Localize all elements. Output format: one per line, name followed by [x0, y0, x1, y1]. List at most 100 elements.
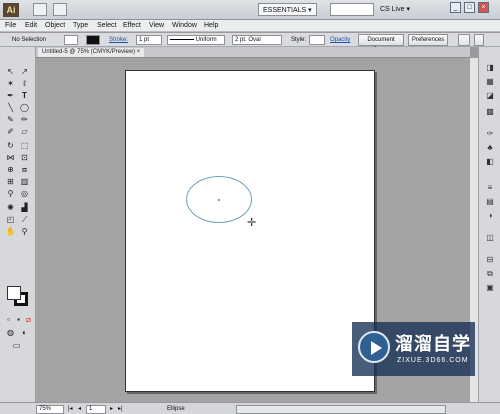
minimize-button[interactable]: _: [450, 2, 461, 13]
align-panel-icon[interactable]: ⊟: [484, 255, 496, 265]
menu-help[interactable]: Help: [204, 21, 218, 31]
crosshair-cursor-icon: ✛: [247, 217, 257, 229]
artboard-number-field[interactable]: 1: [86, 405, 106, 414]
first-artboard-icon[interactable]: |◂: [68, 405, 73, 414]
fill-color-swatch[interactable]: [64, 35, 78, 45]
preferences-button[interactable]: Preferences: [408, 34, 448, 46]
lasso-tool-icon[interactable]: ℓ: [18, 79, 31, 89]
pen-tool-icon[interactable]: ✒: [4, 91, 17, 101]
shape-builder-tool-icon[interactable]: ⊕: [4, 165, 17, 175]
menu-effect[interactable]: Effect: [123, 21, 141, 31]
search-input[interactable]: [330, 3, 374, 16]
color-guide-icon[interactable]: ▦: [484, 77, 496, 87]
symbol-sprayer-tool-icon[interactable]: ✺: [4, 203, 17, 213]
type-tool-icon[interactable]: T: [18, 91, 31, 101]
paintbrush-tool-icon[interactable]: ✎: [4, 115, 17, 125]
menu-select[interactable]: Select: [97, 21, 116, 31]
draw-normal-icon[interactable]: ◍: [4, 328, 17, 338]
symbols-icon[interactable]: ♣: [484, 143, 496, 153]
artboards-panel-icon[interactable]: ▣: [484, 283, 496, 293]
graphic-style-select[interactable]: [309, 35, 325, 45]
selection-status: No Selection: [12, 37, 47, 43]
magic-wand-tool-icon[interactable]: ✶: [4, 79, 17, 89]
close-button[interactable]: ×: [478, 2, 489, 13]
menu-window[interactable]: Window: [172, 21, 197, 31]
brush-definition-select[interactable]: 2 pt. Oval: [232, 35, 282, 45]
artboard[interactable]: [125, 70, 375, 392]
maximize-button[interactable]: □: [464, 2, 475, 13]
status-bar: 75% |◂ ◂ 1 ▸ ▸| Ellipse: [0, 402, 500, 414]
screen-mode-icon[interactable]: ▭: [10, 341, 23, 351]
workspace-switcher[interactable]: ESSENTIALS ▾: [258, 3, 317, 16]
menu-bar: File Edit Object Type Select Effect View…: [0, 20, 500, 32]
chevron-down-icon: ▾: [308, 7, 312, 14]
previous-artboard-icon[interactable]: ◂: [78, 405, 81, 414]
opacity-panel-link[interactable]: Opacity: [330, 35, 350, 45]
document-setup-button[interactable]: Document Setup: [358, 34, 404, 53]
menu-object[interactable]: Object: [45, 21, 65, 31]
blend-tool-icon[interactable]: ◎: [18, 189, 31, 199]
pencil-tool-icon[interactable]: ✏: [18, 115, 31, 125]
eraser-tool-icon[interactable]: ▱: [18, 127, 31, 137]
current-tool-status[interactable]: Ellipse: [167, 405, 185, 414]
bridge-icon[interactable]: [33, 3, 47, 16]
none-mode-icon[interactable]: ⧄: [22, 315, 35, 325]
draw-behind-icon[interactable]: ◐: [18, 328, 31, 338]
width-tool-icon[interactable]: ⋈: [4, 153, 17, 163]
stroke-weight-field[interactable]: 1 pt: [136, 35, 162, 45]
panel-dock: ◨ ▦ ◪ ▩ ✑ ♣ ◧ ≡ ▤ ◑ ◫ ⊟ ⧉ ▣: [478, 47, 500, 402]
selection-tool-icon[interactable]: ↖: [4, 67, 17, 77]
line-tool-icon[interactable]: ╲: [4, 103, 17, 113]
stroke-panel-link[interactable]: Stroke:: [109, 35, 128, 45]
perspective-grid-tool-icon[interactable]: ⧈: [18, 165, 31, 175]
illustrator-logo-icon: Ai: [3, 3, 19, 17]
menu-type[interactable]: Type: [73, 21, 88, 31]
column-graph-tool-icon[interactable]: ▟: [18, 203, 31, 213]
zoom-field[interactable]: 75%: [36, 405, 64, 414]
rotate-tool-icon[interactable]: ↻: [4, 141, 17, 151]
stroke-panel-icon[interactable]: ≡: [484, 183, 496, 193]
panel-menu-icon[interactable]: [474, 34, 484, 46]
profile-label: Uniform: [195, 37, 217, 43]
slice-tool-icon[interactable]: ⟋: [18, 215, 31, 225]
brush-label: 2 pt. Oval: [235, 37, 261, 43]
document-tab[interactable]: Untitled-5 @ 75% (CMYK/Preview) ×: [38, 48, 145, 57]
chevron-down-icon: ▾: [406, 6, 410, 13]
next-artboard-icon[interactable]: ▸: [110, 405, 113, 414]
direct-selection-tool-icon[interactable]: ↗: [18, 67, 31, 77]
horizontal-scrollbar[interactable]: [236, 405, 446, 414]
variable-width-profile-select[interactable]: Uniform: [167, 35, 225, 45]
hand-tool-icon[interactable]: ✋: [4, 227, 17, 237]
ellipse-tool-icon[interactable]: ◯: [18, 103, 31, 113]
layers-panel-icon[interactable]: ⧉: [484, 269, 496, 279]
cs-live-menu[interactable]: CS Live ▾: [380, 3, 410, 16]
mesh-tool-icon[interactable]: ⊞: [4, 177, 17, 187]
graphic-styles-icon[interactable]: ◧: [484, 157, 496, 167]
play-logo-icon: [358, 331, 390, 363]
arrange-documents-icon[interactable]: [53, 3, 67, 16]
gradient-panel-icon[interactable]: ▤: [484, 197, 496, 207]
appearance-panel-icon[interactable]: ◫: [484, 233, 496, 243]
fill-swatch[interactable]: [7, 286, 21, 300]
style-label: Style:: [291, 37, 307, 43]
arrange-icon[interactable]: [458, 34, 470, 46]
close-icon[interactable]: ×: [137, 49, 141, 55]
eyedropper-tool-icon[interactable]: ⚲: [4, 189, 17, 199]
zoom-tool-icon[interactable]: ⚲: [18, 227, 31, 237]
free-transform-tool-icon[interactable]: ⊡: [18, 153, 31, 163]
artboard-tool-icon[interactable]: ◰: [4, 215, 17, 225]
menu-edit[interactable]: Edit: [25, 21, 37, 31]
swatches-icon[interactable]: ▩: [484, 107, 496, 117]
last-artboard-icon[interactable]: ▸|: [118, 405, 123, 414]
kuler-icon[interactable]: ◪: [484, 91, 496, 101]
gradient-tool-icon[interactable]: ▥: [18, 177, 31, 187]
menu-file[interactable]: File: [5, 21, 16, 31]
transparency-panel-icon[interactable]: ◑: [484, 211, 496, 221]
blob-brush-tool-icon[interactable]: ✐: [4, 127, 17, 137]
brushes-icon[interactable]: ✑: [484, 129, 496, 139]
color-panel-icon[interactable]: ◨: [484, 63, 496, 73]
scale-tool-icon[interactable]: ⬚: [18, 141, 31, 151]
cs-live-label: CS Live: [380, 6, 405, 13]
stroke-color-swatch[interactable]: [86, 35, 100, 45]
menu-view[interactable]: View: [149, 21, 164, 31]
